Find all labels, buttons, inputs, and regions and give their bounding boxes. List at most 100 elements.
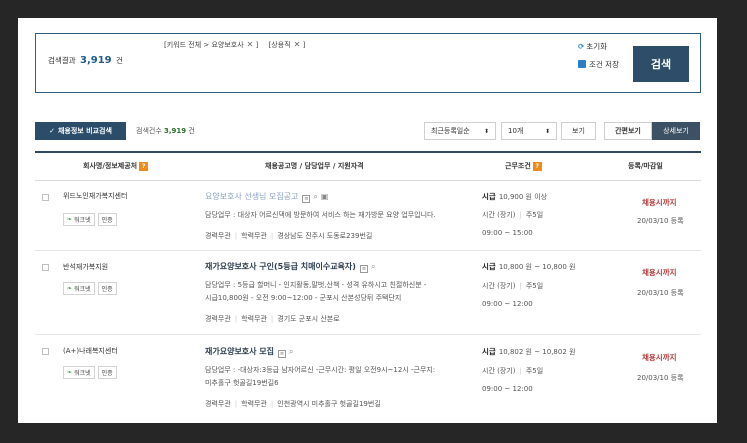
search-summary-box: [키워드 전체 > 요양보호사 ✕ ] [상용직 ✕ ] 검색결과 3,919 건 … — [35, 33, 701, 93]
badge-label: 워크넷 — [74, 286, 91, 293]
header-deadline: 등록/마감일 — [628, 162, 663, 170]
wage-label: 시급 — [482, 262, 496, 271]
work-location: 경기도 군포시 산본로 — [277, 315, 340, 323]
close-icon[interactable]: ✕ — [294, 40, 301, 49]
education-requirement: 학력무관 — [241, 232, 267, 240]
job-title-text: 재가요양보호사 모집 — [205, 347, 275, 356]
document-icon[interactable]: ≡ — [359, 265, 368, 273]
sort-value: 최근등록일순 — [431, 127, 470, 135]
chevron-updown-icon: ⬍ — [483, 127, 489, 135]
filter-tag-employment: [상용직 ✕ ] — [268, 40, 306, 49]
certified-badge: 인증 — [97, 213, 117, 226]
help-icon[interactable]: ? — [139, 162, 149, 171]
work-time: 09:00 ~ 12:00 — [482, 300, 533, 308]
header-conditions: 근무조건? — [505, 161, 542, 171]
header-company-label: 회사명/정보제공처 — [83, 162, 138, 170]
company-name[interactable]: 반석재가복지원 — [63, 262, 108, 272]
result-number: 3,919 — [80, 55, 112, 66]
leaf-icon: ❧ — [67, 285, 73, 292]
company-name[interactable]: 위드노인재가복지센터 — [63, 191, 127, 201]
view-mode-toggle: 간편보기 상세보기 — [604, 122, 700, 140]
table-header: 회사명/정보제공처? 채용공고명 / 담당업무 / 지원자격 근무조건? 등록/… — [35, 151, 701, 181]
education-requirement: 학력무관 — [241, 315, 267, 323]
description-line: 담당업무 : -대상자:3등급 남자어르신 -근무시간: 평일 오전9시~12시… — [205, 366, 436, 374]
career-requirement: 경력무관 — [205, 315, 231, 323]
view-button[interactable]: 보기 — [561, 122, 596, 140]
badge-label: 워크넷 — [74, 217, 91, 224]
magnifier-icon[interactable]: ⌕ — [371, 262, 375, 271]
deadline-status: 채용시까지 — [642, 353, 677, 362]
detail-view-button[interactable]: 상세보기 — [652, 122, 700, 140]
job-title-link[interactable]: 요양보호사 선생님 모집공고 ≡ ⌕ ▣ — [205, 191, 328, 203]
compare-label: 채용정보 비교검색 — [57, 127, 112, 135]
job-title-link[interactable]: 재가요양보호사 모집 ≡ ⌕ — [205, 346, 294, 358]
row-checkbox[interactable] — [42, 264, 49, 271]
wage-value: 10,800 원 ~ 10,800 원 — [498, 263, 576, 271]
hours-type: 시간 (장기) — [482, 211, 516, 219]
table-row: (A+)나래복지센터 ❧ 워크넷 인증 재가요양보호사 모집 ≡ ⌕ 담당업무 : -… — [35, 335, 701, 423]
worknet-badge: ❧ 워크넷 — [63, 213, 95, 226]
work-location: 경상남도 진주시 도동로239번길 — [277, 232, 373, 240]
reset-label: 초기화 — [586, 42, 607, 51]
deadline-status: 채용시까지 — [642, 268, 677, 277]
page-size-select[interactable]: 10개 ⬍ — [501, 122, 557, 140]
work-location: 인천광역시 미추홀구 헛골길19번길 — [277, 400, 381, 408]
count-unit: 건 — [188, 127, 195, 135]
description-line: 미추홀구 헛골길19번길6 — [205, 379, 279, 387]
document-icon[interactable]: ≡ — [302, 195, 311, 203]
photo-icon[interactable]: ▣ — [321, 192, 329, 201]
row-checkbox[interactable] — [42, 348, 49, 355]
close-icon[interactable]: ✕ — [247, 40, 254, 49]
badge-group: ❧ 워크넷 인증 — [63, 366, 120, 379]
description-line: 담당업무 : 5등급 할머니 - 인지활동,말벗,산책 - 성격 유하시고 친절… — [205, 281, 427, 289]
work-days: 주5일 — [525, 367, 544, 375]
wage-value: 10,802 원 ~ 10,802 원 — [498, 348, 576, 356]
simple-view-button[interactable]: 간편보기 — [604, 122, 652, 140]
certified-badge: 인증 — [97, 282, 117, 295]
table-row: 위드노인재가복지센터 ❧ 워크넷 인증 요양보호사 선생님 모집공고 ≡ ⌕ ▣ 담당업… — [35, 181, 701, 251]
header-conditions-label: 근무조건 — [505, 162, 531, 170]
education-requirement: 학력무관 — [241, 400, 267, 408]
description-line: 시급10,800원 - 오전 9:00~12:00 - 군포시 산본성당뒤 주택… — [205, 294, 402, 302]
job-title-link[interactable]: 재가요양보호사 구인(5등급 치매이수교육자) ≡ ⌕ — [205, 261, 375, 273]
save-condition-button[interactable]: 조건 저장 — [578, 59, 619, 70]
wage: 시급 10,800 원 ~ 10,800 원 — [482, 261, 575, 272]
company-name[interactable]: (A+)나래복지센터 — [63, 346, 118, 356]
deadline-status: 채용시까지 — [642, 198, 677, 207]
compare-button[interactable]: ✓ 채용정보 비교검색 — [35, 122, 126, 140]
job-description: 담당업무 : 대상자 어르신댁에 방문하여 서비스 하는 재가방문 요양 업무입… — [205, 211, 436, 219]
checkmark-icon: ✓ — [49, 127, 55, 135]
hours-type: 시간 (장기) — [482, 367, 516, 375]
sort-select[interactable]: 최근등록일순 ⬍ — [424, 122, 496, 140]
magnifier-icon[interactable]: ⌕ — [289, 347, 293, 356]
count-label: 검색건수 — [136, 127, 162, 135]
wage: 시급 10,802 원 ~ 10,802 원 — [482, 346, 575, 357]
row-checkbox[interactable] — [42, 194, 49, 201]
worknet-badge: ❧ 워크넷 — [63, 282, 95, 295]
reset-button[interactable]: ⟳ 초기화 — [578, 41, 607, 52]
document-icon[interactable]: ≡ — [278, 350, 287, 358]
badge-label: 워크넷 — [74, 370, 91, 377]
worknet-badge: ❧ 워크넷 — [63, 366, 95, 379]
help-icon[interactable]: ? — [532, 162, 542, 171]
refresh-icon: ⟳ — [578, 42, 585, 51]
table-row: 반석재가복지원 ❧ 워크넷 인증 재가요양보호사 구인(5등급 치매이수교육자) ≡… — [35, 251, 701, 335]
filter-tag-keyword: [키워드 전체 > 요양보호사 ✕ ] — [164, 40, 259, 49]
job-description: 담당업무 : 5등급 할머니 - 인지활동,말벗,산책 - 성격 유하시고 친절… — [205, 279, 426, 305]
search-button[interactable]: 검색 — [633, 46, 689, 82]
magnifier-icon[interactable]: ⌕ — [313, 192, 317, 201]
registered-date: 20/03/10 등록 — [637, 289, 684, 297]
page: [키워드 전체 > 요양보호사 ✕ ] [상용직 ✕ ] 검색결과 3,919 건 … — [18, 18, 717, 423]
job-title-text: 요양보호사 선생님 모집공고 — [205, 192, 299, 201]
leaf-icon: ❧ — [67, 369, 73, 376]
save-label: 조건 저장 — [589, 60, 619, 69]
job-qualifications: 경력무관 | 학력무관 | 인천광역시 미추홀구 헛골길19번길 — [205, 400, 381, 408]
result-count: 검색결과 3,919 건 — [48, 55, 123, 66]
work-time: 09:00 ~ 15:00 — [482, 229, 533, 237]
count-number: 3,919 — [164, 127, 187, 135]
save-icon — [578, 60, 586, 68]
leaf-icon: ❧ — [67, 216, 73, 223]
filter-tag-label: [상용직 — [268, 41, 291, 49]
registered-date: 20/03/10 등록 — [637, 374, 684, 382]
result-label: 검색결과 — [48, 56, 76, 65]
